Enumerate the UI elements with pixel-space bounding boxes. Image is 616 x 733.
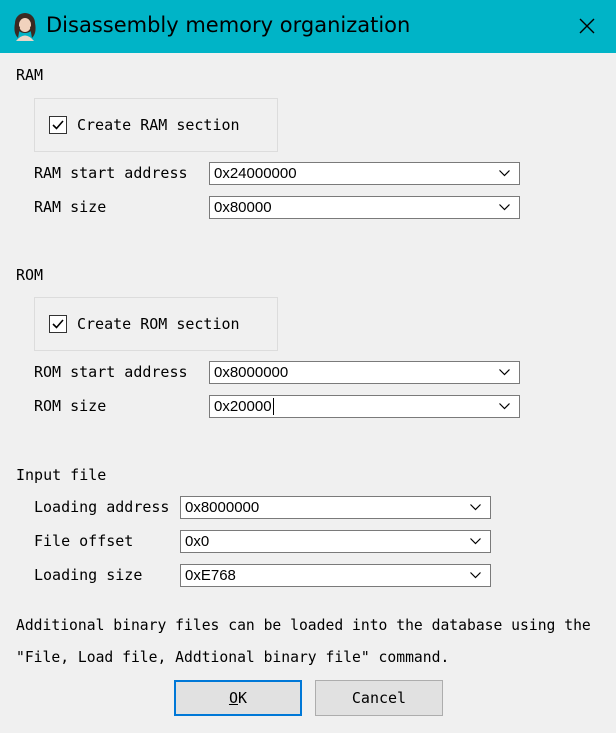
loading-size-label: Loading size (34, 566, 143, 584)
rom-start-address-value: 0x8000000 (214, 364, 289, 381)
rom-size-combo[interactable]: 0x20000 (209, 395, 520, 418)
info-text-line2: "File, Load file, Addtional binary file"… (16, 649, 450, 666)
chevron-down-icon (470, 572, 481, 579)
create-rom-section-checkbox[interactable]: Create ROM section (49, 315, 240, 333)
title-bar[interactable]: Disassembly memory organization (0, 0, 616, 53)
chevron-down-icon (499, 170, 510, 177)
ram-start-address-combo[interactable]: 0x24000000 (209, 162, 520, 185)
input-file-group-label: Input file (16, 466, 107, 484)
cancel-button[interactable]: Cancel (315, 680, 443, 716)
info-text-line1: Additional binary files can be loaded in… (16, 617, 591, 634)
chevron-down-icon (499, 403, 510, 410)
rom-start-address-combo[interactable]: 0x8000000 (209, 361, 520, 384)
file-offset-value: 0x0 (185, 533, 210, 550)
rom-size-input[interactable]: 0x20000 (214, 398, 274, 416)
rom-size-value: 0x20000 (214, 398, 272, 415)
create-rom-section-label: Create ROM section (77, 315, 240, 333)
ok-mnemonic: O (228, 689, 238, 707)
chevron-down-icon (499, 204, 510, 211)
checkmark-icon (52, 319, 64, 329)
file-offset-combo[interactable]: 0x0 (180, 530, 491, 553)
ram-start-address-label: RAM start address (34, 164, 188, 182)
text-caret (272, 398, 274, 415)
ram-size-label: RAM size (34, 198, 107, 216)
rom-group-label: ROM (16, 266, 44, 284)
file-offset-label: File offset (34, 532, 134, 550)
chevron-down-icon (470, 538, 481, 545)
ram-group-label: RAM (16, 66, 44, 84)
ram-checkbox-box[interactable] (49, 116, 67, 134)
avatar-portrait-icon (14, 13, 36, 41)
rom-checkbox-box[interactable] (49, 315, 67, 333)
checkmark-icon (52, 120, 64, 130)
ram-size-value: 0x80000 (214, 199, 272, 216)
close-button[interactable] (566, 6, 608, 46)
ram-start-address-value: 0x24000000 (214, 165, 297, 182)
loading-address-value: 0x8000000 (185, 499, 260, 516)
ok-label-rest: K (238, 689, 248, 707)
ram-size-combo[interactable]: 0x80000 (209, 196, 520, 219)
loading-address-combo[interactable]: 0x8000000 (180, 496, 491, 519)
close-icon (579, 18, 595, 34)
ok-button[interactable]: OK (174, 680, 302, 716)
rom-size-label: ROM size (34, 397, 107, 415)
rom-start-address-label: ROM start address (34, 363, 188, 381)
loading-address-label: Loading address (34, 498, 170, 516)
window-title: Disassembly memory organization (46, 13, 411, 37)
chevron-down-icon (470, 504, 481, 511)
loading-size-combo[interactable]: 0xE768 (180, 564, 491, 587)
chevron-down-icon (499, 369, 510, 376)
create-ram-section-checkbox[interactable]: Create RAM section (49, 116, 240, 134)
loading-size-value: 0xE768 (185, 567, 236, 584)
create-ram-section-label: Create RAM section (77, 116, 240, 134)
